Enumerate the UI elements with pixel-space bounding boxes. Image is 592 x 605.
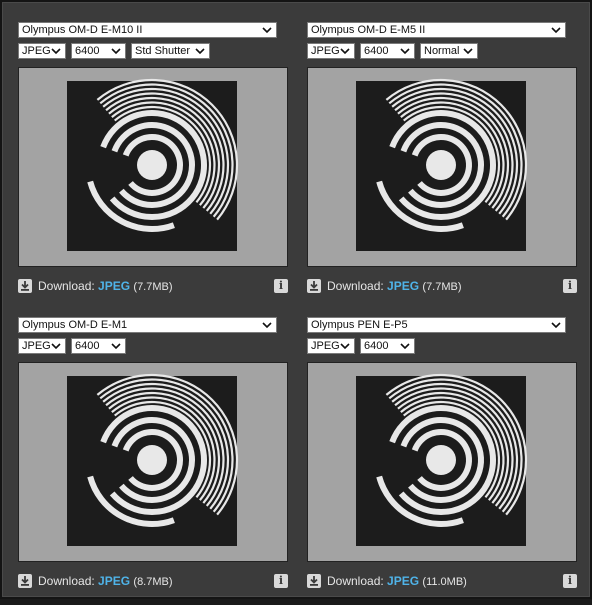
format-select[interactable]: JPEG: [307, 43, 355, 59]
download-icon[interactable]: [18, 574, 32, 588]
camera-select[interactable]: Olympus PEN E-P5: [307, 317, 566, 333]
test-target-image: [19, 68, 287, 266]
sample-image[interactable]: [307, 67, 577, 267]
iso-select-value: 6400: [364, 45, 389, 57]
chevron-down-icon: [195, 48, 205, 55]
iso-select[interactable]: 6400: [71, 338, 126, 354]
format-select-value: JPEG: [22, 45, 51, 57]
chevron-down-icon: [400, 48, 410, 55]
download-row: Download: JPEG (8.7MB) i: [18, 573, 288, 591]
info-icon[interactable]: i: [563, 279, 577, 293]
format-select-value: JPEG: [22, 340, 51, 352]
iso-select[interactable]: 6400: [71, 43, 126, 59]
download-link[interactable]: Download: JPEG (7.7MB): [327, 279, 462, 294]
info-icon[interactable]: i: [563, 574, 577, 588]
info-icon[interactable]: i: [274, 279, 288, 293]
download-size: (11.0MB): [422, 576, 467, 588]
download-row: Download: JPEG (11.0MB) i: [307, 573, 577, 591]
comparison-widget: Olympus OM-D E-M10 II JPEG 6400 Std Shut…: [0, 0, 592, 599]
download-format[interactable]: JPEG: [387, 279, 419, 293]
download-row: Download: JPEG (7.7MB) i: [307, 278, 577, 296]
camera-select-value: Olympus OM-D E-M10 II: [22, 24, 143, 36]
camera-select[interactable]: Olympus OM-D E-M5 II: [307, 22, 566, 38]
sample-image[interactable]: [18, 362, 288, 562]
download-icon[interactable]: [307, 574, 321, 588]
comparison-panel-2: Olympus OM-D E-M5 II JPEG 6400 Normal Do…: [305, 20, 577, 310]
iso-select-value: 6400: [364, 340, 389, 352]
iso-select-value: 6400: [75, 45, 100, 57]
format-select[interactable]: JPEG: [18, 43, 66, 59]
format-select[interactable]: JPEG: [18, 338, 66, 354]
download-label: Download:: [38, 279, 95, 293]
download-format[interactable]: JPEG: [387, 574, 419, 588]
iso-select[interactable]: 6400: [360, 43, 415, 59]
download-format[interactable]: JPEG: [98, 279, 130, 293]
chevron-down-icon: [51, 48, 61, 55]
sample-image[interactable]: [307, 362, 577, 562]
format-select[interactable]: JPEG: [307, 338, 355, 354]
download-format[interactable]: JPEG: [98, 574, 130, 588]
download-size: (7.7MB): [422, 281, 462, 293]
mode-select-value: Std Shutter: [135, 45, 191, 57]
camera-select-value: Olympus PEN E-P5: [311, 319, 408, 331]
test-target-image: [308, 68, 576, 266]
chevron-down-icon: [551, 322, 561, 329]
download-link[interactable]: Download: JPEG (11.0MB): [327, 574, 467, 589]
download-size: (7.7MB): [133, 281, 173, 293]
chevron-down-icon: [262, 27, 272, 34]
download-icon[interactable]: [307, 279, 321, 293]
comparison-panel-3: Olympus OM-D E-M1 JPEG 6400 Download: JP…: [16, 315, 288, 605]
download-link[interactable]: Download: JPEG (7.7MB): [38, 279, 173, 294]
camera-select[interactable]: Olympus OM-D E-M10 II: [18, 22, 277, 38]
camera-select-value: Olympus OM-D E-M5 II: [311, 24, 426, 36]
chevron-down-icon: [262, 322, 272, 329]
camera-select[interactable]: Olympus OM-D E-M1: [18, 317, 277, 333]
download-label: Download:: [327, 279, 384, 293]
sample-image[interactable]: [18, 67, 288, 267]
iso-select[interactable]: 6400: [360, 338, 415, 354]
download-label: Download:: [38, 574, 95, 588]
download-icon[interactable]: [18, 279, 32, 293]
chevron-down-icon: [551, 27, 561, 34]
download-link[interactable]: Download: JPEG (8.7MB): [38, 574, 173, 589]
info-icon[interactable]: i: [274, 574, 288, 588]
format-select-value: JPEG: [311, 45, 340, 57]
iso-select-value: 6400: [75, 340, 100, 352]
chevron-down-icon: [340, 48, 350, 55]
download-size: (8.7MB): [133, 576, 173, 588]
mode-select[interactable]: Std Shutter: [131, 43, 210, 59]
chevron-down-icon: [463, 48, 473, 55]
download-label: Download:: [327, 574, 384, 588]
mode-select-value: Normal: [424, 45, 460, 57]
chevron-down-icon: [111, 343, 121, 350]
comparison-panel-1: Olympus OM-D E-M10 II JPEG 6400 Std Shut…: [16, 20, 288, 310]
test-target-image: [308, 363, 576, 561]
chevron-down-icon: [340, 343, 350, 350]
format-select-value: JPEG: [311, 340, 340, 352]
camera-select-value: Olympus OM-D E-M1: [22, 319, 128, 331]
chevron-down-icon: [51, 343, 61, 350]
download-row: Download: JPEG (7.7MB) i: [18, 278, 288, 296]
chevron-down-icon: [111, 48, 121, 55]
chevron-down-icon: [400, 343, 410, 350]
test-target-image: [19, 363, 287, 561]
comparison-panel-4: Olympus PEN E-P5 JPEG 6400 Download: JPE…: [305, 315, 577, 605]
mode-select[interactable]: Normal: [420, 43, 478, 59]
